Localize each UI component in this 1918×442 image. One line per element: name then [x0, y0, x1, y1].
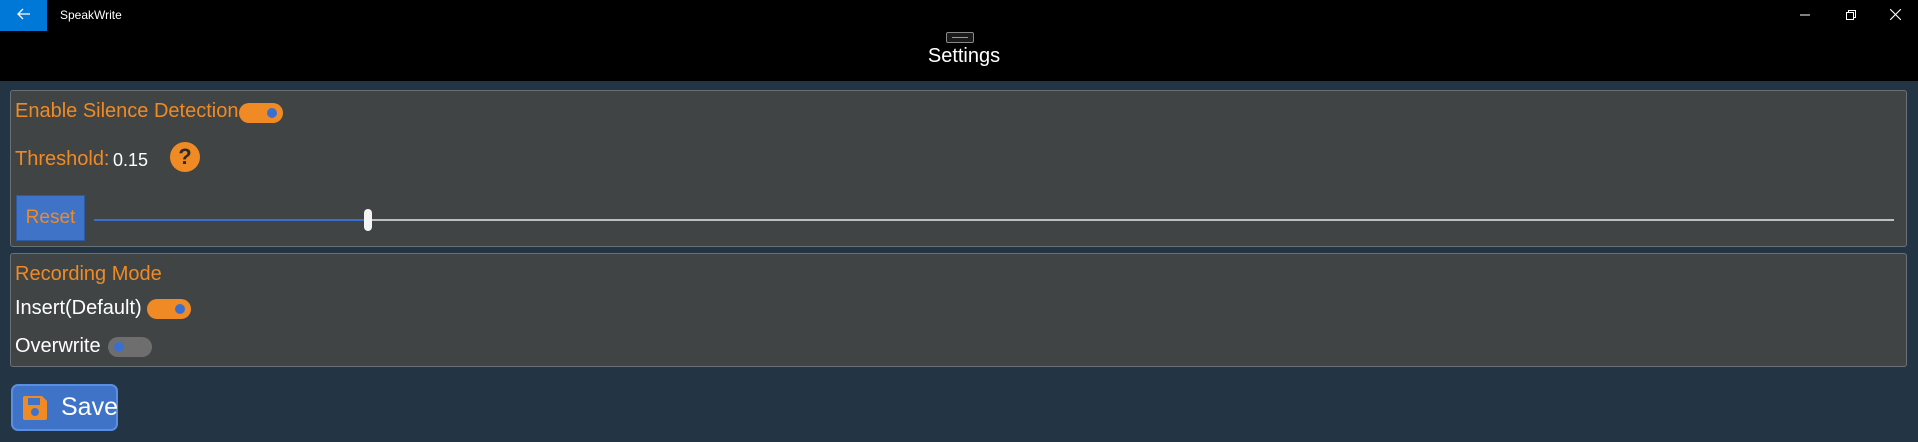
minimize-icon — [1800, 7, 1810, 25]
save-label: Save — [61, 393, 118, 421]
floppy-disk-icon — [21, 394, 49, 422]
silence-detection-panel: Enable Silence Detection Threshold: 0.15… — [10, 90, 1907, 247]
close-icon — [1889, 7, 1901, 25]
enable-silence-detection-label: Enable Silence Detection — [15, 100, 239, 122]
app-title: SpeakWrite — [60, 8, 122, 22]
page-title: Settings — [927, 45, 1001, 67]
overwrite-label: Overwrite — [15, 335, 101, 357]
toggle-knob — [175, 304, 185, 314]
save-button[interactable]: Save — [11, 384, 118, 431]
threshold-value: 0.15 — [113, 150, 149, 170]
toggle-knob — [267, 108, 277, 118]
back-button[interactable] — [0, 0, 47, 31]
silence-detection-toggle[interactable] — [239, 103, 283, 123]
title-bar: SpeakWrite Settings — [0, 0, 1918, 81]
question-mark-icon[interactable]: ? — [170, 142, 200, 172]
slider-track-filled — [94, 219, 368, 221]
reset-button[interactable]: Reset — [16, 195, 85, 241]
close-button[interactable] — [1872, 0, 1918, 31]
insert-default-toggle[interactable] — [147, 299, 191, 319]
help-glyph: ? — [178, 144, 192, 169]
arrow-left-icon — [16, 7, 31, 25]
recording-mode-panel: Recording Mode Insert(Default) Overwrite — [10, 253, 1907, 367]
reset-label: Reset — [25, 207, 76, 228]
threshold-label: Threshold: — [15, 148, 110, 170]
overwrite-toggle[interactable] — [108, 337, 152, 357]
slider-thumb[interactable] — [364, 209, 372, 231]
threshold-slider[interactable] — [94, 207, 1894, 233]
drag-handle[interactable] — [946, 32, 974, 43]
recording-mode-heading: Recording Mode — [15, 263, 162, 285]
restore-button[interactable] — [1828, 0, 1874, 31]
restore-icon — [1846, 7, 1856, 25]
slider-track-empty — [368, 219, 1894, 221]
minimize-button[interactable] — [1782, 0, 1828, 31]
toggle-knob — [114, 342, 124, 352]
insert-default-label: Insert(Default) — [15, 297, 142, 319]
